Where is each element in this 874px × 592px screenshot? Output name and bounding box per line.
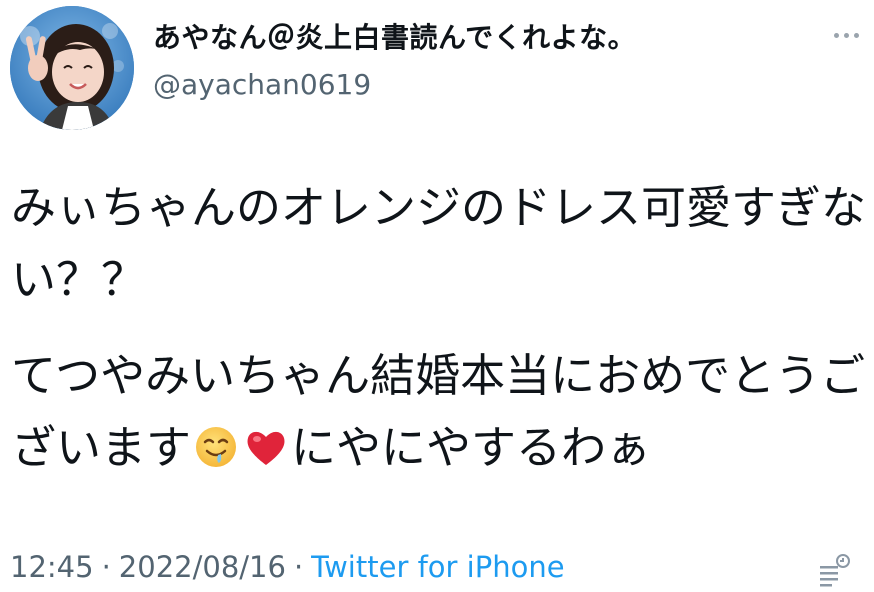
tweet-card: あやなん＠炎上白書読んでくれよな。 @ayachan0619 みぃちゃんのオレン… — [0, 0, 874, 590]
display-name[interactable]: あやなん＠炎上白書読んでくれよな。 — [153, 16, 636, 56]
tweet-source-link[interactable]: Twitter for iPhone — [311, 550, 564, 584]
tweet-time[interactable]: 12:45 — [10, 550, 94, 584]
avatar-image — [10, 6, 134, 130]
tweet-meta: 12:45 · 2022/08/16 · Twitter for iPhone — [10, 550, 565, 584]
avatar[interactable] — [10, 6, 134, 130]
more-dot — [854, 33, 859, 38]
red-heart-emoji-icon — [244, 418, 288, 490]
tweet-line-2: てつやみいちゃん結婚本当におめでとうございます にやにやするわぁ — [11, 340, 866, 490]
meta-separator: · — [101, 550, 111, 584]
tweet-text: みぃちゃんのオレンジのドレス可愛すぎない？？ てつやみいちゃん結婚本当におめでと… — [11, 172, 866, 490]
meta-separator: · — [293, 550, 304, 584]
handle[interactable]: @ayachan0619 — [153, 68, 371, 101]
drooling-face-emoji-icon — [194, 418, 238, 490]
more-icon[interactable] — [826, 22, 868, 48]
more-dot — [844, 33, 849, 38]
tweet-date[interactable]: 2022/08/16 — [119, 550, 286, 584]
tweet-line-1: みぃちゃんのオレンジのドレス可愛すぎない？？ — [11, 181, 867, 306]
tweet-activity-icon[interactable] — [816, 552, 852, 588]
tweet-line-2-end: にやにやするわぁ — [291, 421, 652, 474]
more-dot — [834, 33, 839, 38]
